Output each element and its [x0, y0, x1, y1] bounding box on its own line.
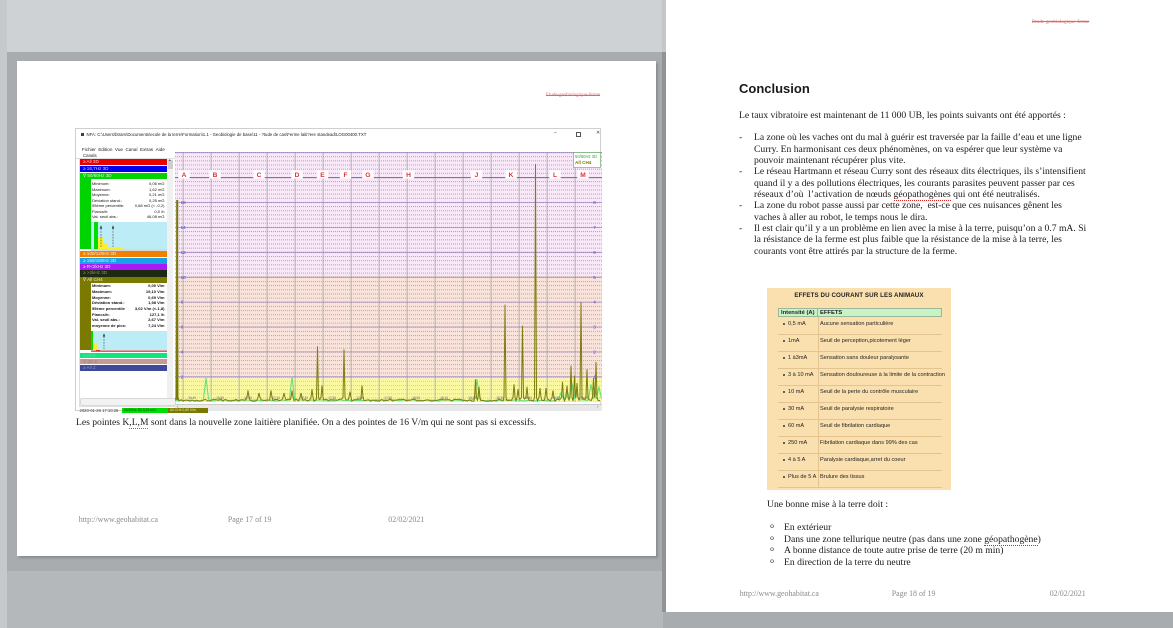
svg-text:2: 2 — [593, 350, 596, 355]
svg-text:5: 5 — [593, 275, 596, 280]
svg-text:J: J — [475, 172, 479, 179]
svg-text:7: 7 — [593, 225, 596, 230]
svg-text:16:40: 16:40 — [188, 396, 196, 400]
svg-text:14: 14 — [181, 225, 187, 230]
svg-text:18:30: 18:30 — [496, 396, 504, 400]
svg-text:3: 3 — [593, 325, 596, 330]
svg-text:K: K — [509, 172, 514, 179]
svg-text:4: 4 — [593, 300, 596, 305]
svg-text:18:50: 18:50 — [552, 396, 560, 400]
svg-text:17:00: 17:00 — [244, 396, 252, 400]
svg-text:18:00: 18:00 — [412, 396, 420, 400]
svg-text:18:20: 18:20 — [468, 396, 476, 400]
svg-text:8: 8 — [181, 300, 184, 305]
svg-text:50/60Hz 3D: 50/60Hz 3D — [575, 154, 597, 159]
svg-text:17:40: 17:40 — [356, 396, 364, 400]
svg-text:16:50: 16:50 — [216, 396, 224, 400]
svg-text:17:30: 17:30 — [328, 396, 336, 400]
svg-text:4: 4 — [181, 350, 184, 355]
svg-text:L: L — [553, 172, 557, 179]
svg-text:F: F — [343, 172, 347, 179]
svg-text:H: H — [406, 172, 411, 179]
svg-text:17:10: 17:10 — [272, 396, 280, 400]
svg-text:6: 6 — [181, 325, 184, 330]
svg-text:18:40: 18:40 — [524, 396, 532, 400]
svg-text:16: 16 — [181, 200, 187, 205]
svg-text:E: E — [320, 172, 325, 179]
svg-text:B: B — [213, 172, 218, 179]
svg-text:C: C — [257, 172, 262, 179]
svg-text:17:50: 17:50 — [384, 396, 392, 400]
svg-text:6: 6 — [593, 250, 596, 255]
svg-text:All CH4: All CH4 — [575, 160, 592, 165]
svg-text:G: G — [365, 172, 370, 179]
svg-text:19:00: 19:00 — [580, 396, 588, 400]
svg-text:18:10: 18:10 — [440, 396, 448, 400]
svg-text:A: A — [182, 172, 187, 179]
svg-text:12: 12 — [181, 250, 187, 255]
svg-text:17:20: 17:20 — [300, 396, 308, 400]
svg-text:2: 2 — [181, 374, 184, 379]
svg-text:10: 10 — [181, 275, 187, 280]
svg-text:8: 8 — [593, 200, 596, 205]
svg-text:D: D — [295, 172, 300, 179]
svg-text:M: M — [580, 172, 586, 179]
